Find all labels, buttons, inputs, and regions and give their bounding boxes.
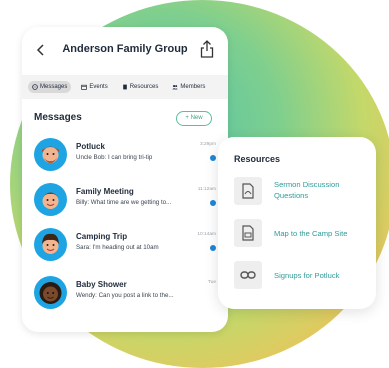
tab-events[interactable]: Events xyxy=(77,81,111,93)
timestamp: Tue xyxy=(207,280,216,285)
list-item[interactable]: Family Meeting Billy: What time are we g… xyxy=(34,183,222,219)
list-item[interactable]: Potluck Uncle Bob: I can bring tri-tip 3… xyxy=(34,138,222,174)
calendar-icon xyxy=(81,84,88,90)
message-preview: Uncle Bob: I can bring tri-tip xyxy=(76,154,153,161)
share-icon xyxy=(200,40,214,58)
header: Anderson Family Group xyxy=(22,27,228,75)
tab-label: Messages xyxy=(40,84,68,90)
tab-bar: Messages Events Resources Members xyxy=(22,75,228,99)
group-title: Anderson Family Group xyxy=(62,43,188,55)
tab-label: Resources xyxy=(129,84,159,90)
tab-label: Events xyxy=(89,84,108,90)
conversation-title: Baby Shower xyxy=(76,280,127,289)
list-item[interactable]: Camping Trip Sara: I'm heading out at 10… xyxy=(34,228,222,264)
resource-label: Sermon Discussion Questions xyxy=(274,180,340,200)
timestamp: 3:29pm xyxy=(200,142,216,147)
conversation-title: Family Meeting xyxy=(76,187,134,196)
group-chat-panel: Anderson Family Group Messages Events Re… xyxy=(22,27,228,332)
avatar xyxy=(34,228,67,261)
chat-icon xyxy=(32,84,38,90)
timestamp: 11:12am xyxy=(197,187,216,192)
resource-label: Map to the Camp Site xyxy=(274,229,348,238)
avatar xyxy=(34,138,67,171)
unread-dot xyxy=(210,155,216,161)
resource-label: Signups for Potluck xyxy=(274,271,340,280)
messages-header: Messages + New xyxy=(34,111,218,129)
avatar xyxy=(34,183,67,216)
people-icon xyxy=(172,85,179,90)
link-icon xyxy=(234,261,262,289)
message-preview: Billy: What time are we getting to... xyxy=(76,199,172,206)
tab-label: Members xyxy=(180,84,206,90)
timestamp: 10:14am xyxy=(197,232,216,237)
message-preview: Wendy: Can you post a link to the... xyxy=(76,292,174,299)
new-message-button[interactable]: + New xyxy=(176,111,212,126)
tab-messages[interactable]: Messages xyxy=(28,81,72,93)
list-item[interactable]: Baby Shower Wendy: Can you post a link t… xyxy=(34,276,222,312)
tab-members[interactable]: Members xyxy=(168,81,209,93)
share-button[interactable] xyxy=(200,39,216,59)
resources-title: Resources xyxy=(234,154,281,164)
unread-dot xyxy=(210,200,216,206)
avatar xyxy=(34,276,67,309)
messages-title: Messages xyxy=(34,112,82,123)
pdf-icon xyxy=(234,177,262,205)
resources-card: Resources Sermon Discussion Questions Ma… xyxy=(218,137,376,309)
conversation-title: Camping Trip xyxy=(76,232,128,241)
document-icon xyxy=(122,84,127,90)
image-file-icon xyxy=(234,219,262,247)
tab-resources[interactable]: Resources xyxy=(118,81,163,93)
conversation-title: Potluck xyxy=(76,142,105,151)
message-preview: Sara: I'm heading out at 10am xyxy=(76,244,159,251)
unread-dot xyxy=(210,245,216,251)
